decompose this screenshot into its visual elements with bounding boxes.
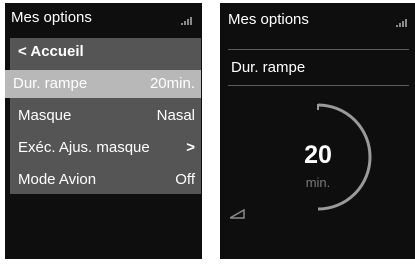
back-label: < Accueil <box>18 43 84 60</box>
setting-screen: Mes options Dur. rampe 20 min. <box>220 3 415 259</box>
chevron-right-icon: > <box>186 139 195 156</box>
ramp-dial[interactable] <box>220 3 415 259</box>
menu-item-value: 20min. <box>149 75 195 92</box>
menu-item-mask[interactable]: Masque Nasal <box>10 102 201 130</box>
menu-item-label: Mode Avion <box>18 171 97 188</box>
options-menu: < Accueil Dur. rampe 20min. Masque Nasal… <box>5 38 201 194</box>
menu-item-value: Nasal <box>156 107 195 124</box>
menu-screen: Mes options < Accueil Dur. rampe 20min. … <box>5 3 202 259</box>
menu-item-label: Masque <box>18 107 72 124</box>
screen-title: Mes options <box>11 9 92 26</box>
menu-item-label: Exéc. Ajus. masque <box>18 139 150 156</box>
menu-item-label: Dur. rampe <box>13 75 88 92</box>
menu-item-airplane-mode[interactable]: Mode Avion Off <box>10 166 201 194</box>
signal-icon <box>181 17 192 25</box>
menu-item-value: Off <box>175 171 195 188</box>
dial-unit: min. <box>305 175 331 190</box>
ramp-icon <box>230 209 245 219</box>
menu-item-mask-fit[interactable]: Exéc. Ajus. masque > <box>10 134 201 162</box>
menu-item-ramp-duration[interactable]: Dur. rampe 20min. <box>5 70 201 98</box>
dial-value: 20 <box>304 141 332 169</box>
menu-item-back[interactable]: < Accueil <box>10 38 201 66</box>
